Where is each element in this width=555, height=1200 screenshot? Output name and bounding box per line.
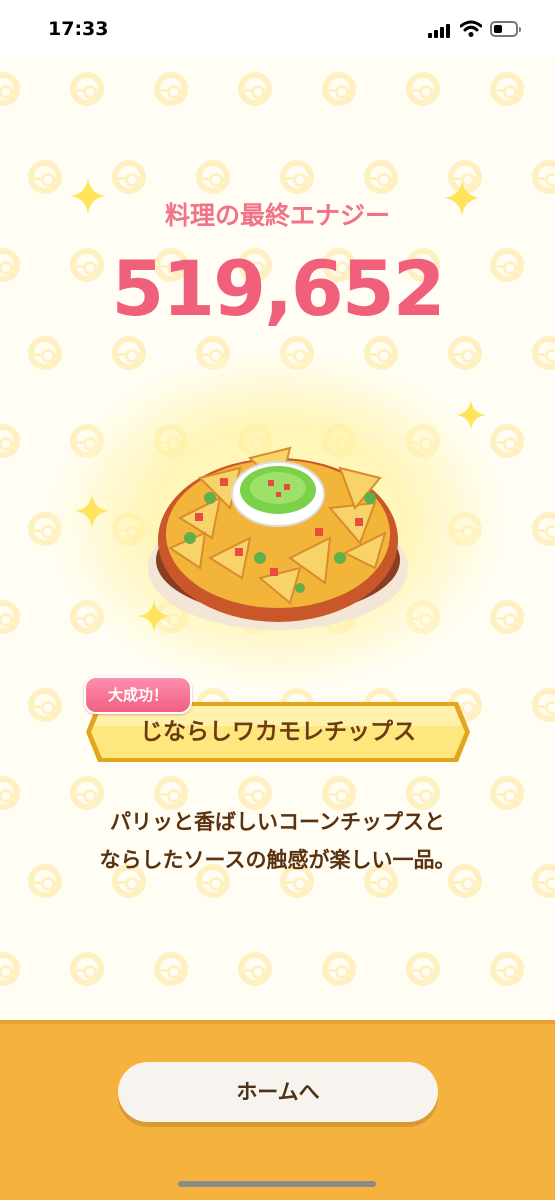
pattern-ball — [322, 952, 356, 986]
pattern-ball — [238, 952, 272, 986]
pattern-ball — [532, 512, 555, 546]
pattern-ball — [154, 776, 188, 810]
pattern-ball — [448, 336, 482, 370]
status-time: 17:33 — [48, 18, 109, 40]
sparkle-icon — [456, 400, 486, 430]
pattern-ball — [532, 160, 555, 194]
pattern-ball — [112, 160, 146, 194]
sparkle-icon — [70, 178, 106, 214]
pattern-ball — [490, 952, 524, 986]
pattern-ball — [28, 160, 62, 194]
description-line-1: パリッと香ばしいコーンチップスと — [110, 810, 445, 834]
pattern-ball — [490, 776, 524, 810]
description-line-2: ならしたソースの触感が楽しい一品。 — [99, 848, 456, 872]
pattern-ball — [112, 336, 146, 370]
sparkle-icon — [138, 600, 170, 632]
pattern-ball — [490, 424, 524, 458]
pattern-ball — [238, 72, 272, 106]
pattern-ball — [490, 600, 524, 634]
pattern-ball — [154, 952, 188, 986]
dish-illustration — [148, 446, 408, 630]
battery-level — [494, 25, 502, 33]
pattern-ball — [406, 72, 440, 106]
status-bar: 17:33 — [0, 0, 555, 56]
pattern-ball — [322, 72, 356, 106]
sparkle-icon — [75, 494, 109, 528]
energy-value: 519,652 — [111, 244, 445, 333]
pattern-ball — [0, 424, 20, 458]
success-badge: 大成功！ — [84, 676, 192, 714]
pattern-ball — [0, 776, 20, 810]
pattern-ball — [322, 776, 356, 810]
wifi-icon — [460, 20, 482, 37]
pattern-ball — [0, 600, 20, 634]
battery-icon — [490, 21, 521, 37]
pattern-ball — [532, 688, 555, 722]
pattern-ball — [154, 72, 188, 106]
pattern-ball — [406, 952, 440, 986]
signal-icon — [428, 22, 454, 38]
sparkle-icon — [444, 180, 480, 216]
home-indicator[interactable] — [178, 1181, 376, 1187]
pattern-ball — [406, 776, 440, 810]
pattern-ball — [532, 336, 555, 370]
pattern-ball — [70, 72, 104, 106]
pattern-ball — [28, 336, 62, 370]
home-button[interactable]: ホームへ — [118, 1062, 438, 1122]
pattern-ball — [70, 776, 104, 810]
pattern-ball — [28, 688, 62, 722]
pattern-ball — [364, 160, 398, 194]
pattern-ball — [280, 160, 314, 194]
pattern-ball — [70, 952, 104, 986]
pattern-ball — [490, 72, 524, 106]
pattern-ball — [196, 160, 230, 194]
pattern-ball — [0, 72, 20, 106]
pattern-ball — [238, 776, 272, 810]
pattern-ball — [0, 952, 20, 986]
